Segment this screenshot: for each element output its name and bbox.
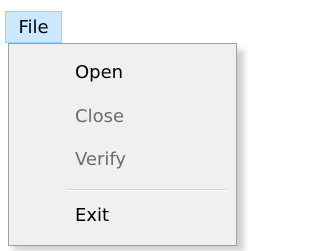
menu-item-close-label: Close <box>75 105 125 127</box>
menubar-file-label: File <box>18 16 49 38</box>
menu-separator <box>67 189 227 191</box>
menubar-file[interactable]: File <box>5 11 62 43</box>
window-canvas: File Open Close Verify Exit <box>0 0 244 251</box>
menu-item-verify-label: Verify <box>75 148 127 170</box>
menu-item-verify: Verify <box>9 140 236 178</box>
menu-item-close: Close <box>9 97 236 135</box>
menu-item-exit-label: Exit <box>75 204 110 226</box>
menu-item-exit[interactable]: Exit <box>9 196 236 234</box>
menu-item-open[interactable]: Open <box>9 53 236 91</box>
menu-item-open-label: Open <box>75 61 124 83</box>
file-dropdown-menu: Open Close Verify Exit <box>8 43 237 246</box>
